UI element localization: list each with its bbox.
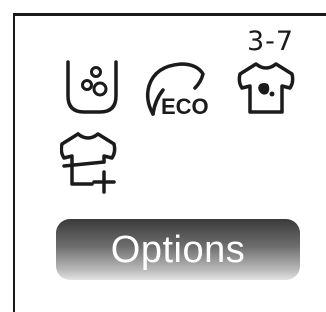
- eco-text: ECO: [161, 94, 209, 118]
- intensive-option[interactable]: [60, 58, 122, 116]
- eco-leaf-icon: ECO: [145, 62, 209, 118]
- options-button[interactable]: Options: [56, 219, 300, 280]
- stain-shirt-icon: [237, 62, 295, 114]
- stain-option[interactable]: [234, 60, 298, 116]
- range-label: 3-7: [247, 26, 295, 57]
- options-button-label: Options: [110, 228, 246, 271]
- eco-option[interactable]: ECO: [143, 60, 215, 118]
- extra-rinse-option[interactable]: [60, 130, 130, 194]
- extra-shirt-plus-icon: [60, 132, 117, 194]
- intensive-cycle-icon: [66, 60, 118, 114]
